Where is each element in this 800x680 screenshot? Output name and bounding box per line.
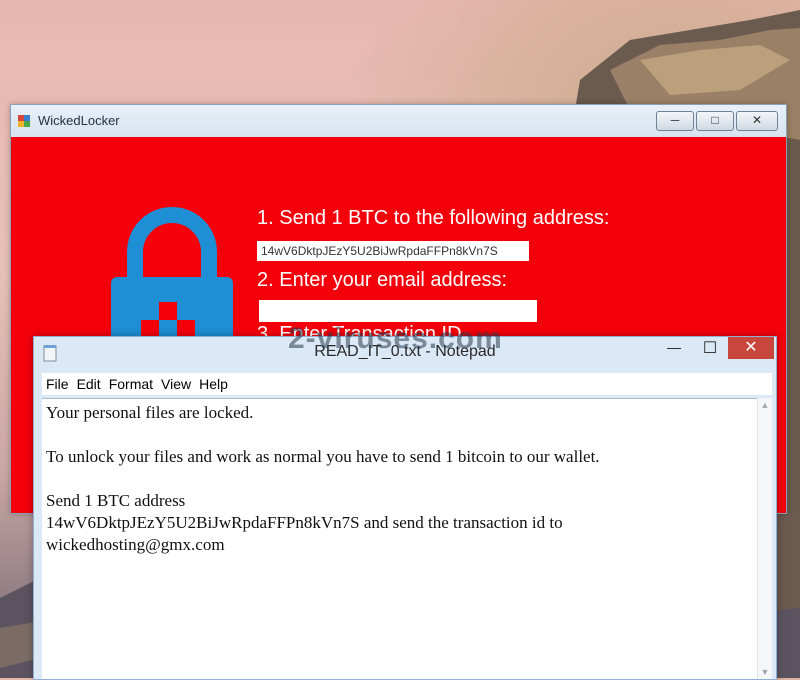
minimize-button[interactable]: ─ [656, 111, 694, 131]
step-2-text: 2. Enter your email address: [257, 269, 508, 291]
close-button[interactable]: ✕ [736, 111, 778, 131]
maximize-icon: ☐ [702, 340, 718, 357]
text-line: To unlock your files and work as normal … [46, 447, 600, 466]
text-line: Your personal files are locked. [46, 403, 254, 422]
btc-address-field[interactable]: 14wV6DktpJEzY5U2BiJwRpdaFFPn8kVn7S [257, 241, 529, 261]
maximize-button[interactable]: □ [696, 111, 734, 131]
notepad-text-area[interactable]: Your personal files are locked. To unloc… [42, 398, 758, 679]
close-icon: ✕ [744, 339, 758, 356]
notepad-minimize-button[interactable]: — [656, 337, 692, 361]
notepad-close-button[interactable]: ✕ [728, 337, 774, 359]
menu-help[interactable]: Help [195, 373, 232, 395]
email-input[interactable] [259, 300, 537, 322]
minimize-icon: — [667, 339, 681, 355]
menu-edit[interactable]: Edit [73, 373, 105, 395]
menu-view[interactable]: View [157, 373, 195, 395]
text-line: 14wV6DktpJEzY5U2BiJwRpdaFFPn8kVn7S and s… [46, 513, 563, 532]
text-line: Send 1 BTC address [46, 491, 186, 510]
step-1-text: 1. Send 1 BTC to the following address: [257, 207, 610, 229]
watermark: 2-viruses.com [288, 322, 503, 355]
scroll-down-icon[interactable]: ▼ [758, 667, 772, 677]
scroll-up-icon[interactable]: ▲ [758, 400, 772, 410]
notepad-window: READ_IT_0.txt - Notepad — ☐ ✕ File Edit … [33, 336, 777, 680]
menu-format[interactable]: Format [105, 373, 157, 395]
text-line [46, 468, 754, 490]
minimize-icon: ─ [670, 113, 680, 127]
menu-file[interactable]: File [42, 373, 73, 395]
close-icon: ✕ [751, 113, 763, 127]
window-title: WickedLocker [38, 113, 120, 128]
locker-titlebar[interactable]: WickedLocker ─ □ ✕ [11, 105, 786, 137]
maximize-icon: □ [711, 113, 719, 127]
text-line [46, 424, 754, 446]
vertical-scrollbar[interactable]: ▲ ▼ [757, 398, 772, 679]
text-line: wickedhosting@gmx.com [46, 535, 225, 554]
notepad-maximize-button[interactable]: ☐ [692, 337, 728, 361]
notepad-menubar: File Edit Format View Help [42, 373, 772, 395]
app-icon [18, 115, 30, 127]
